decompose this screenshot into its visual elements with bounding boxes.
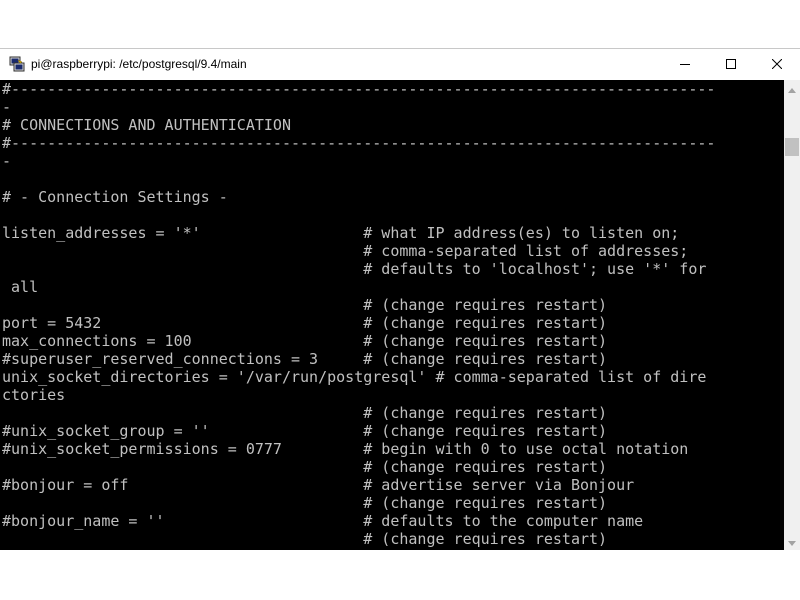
terminal-line: #bonjour = off # advertise server via Bo… — [2, 476, 635, 494]
terminal-line: - — [2, 98, 12, 116]
maximize-button[interactable] — [708, 49, 754, 79]
scroll-thumb[interactable] — [785, 138, 799, 156]
terminal-line: #unix_socket_permissions = 0777 # begin … — [2, 440, 689, 458]
scroll-down-arrow-icon — [788, 533, 796, 551]
terminal-line: #unix_socket_group = '' # (change requir… — [2, 422, 608, 440]
title-bar[interactable]: pi@raspberrypi: /etc/postgresql/9.4/main — [0, 49, 800, 79]
terminal-line: # CONNECTIONS AND AUTHENTICATION — [2, 116, 291, 134]
terminal-line: # - Connection Settings - — [2, 188, 228, 206]
terminal-line: # (change requires restart) — [2, 530, 608, 548]
terminal-line: # comma-separated list of addresses; — [2, 242, 689, 260]
terminal-line: # (change requires restart) — [2, 404, 608, 422]
terminal-line: ctories — [2, 386, 66, 404]
terminal-line: #---------------------------------------… — [2, 134, 716, 152]
terminal-line: # defaults to 'localhost'; use '*' for — [2, 260, 707, 278]
terminal-line: # (change requires restart) — [2, 296, 608, 314]
terminal-line: # (change requires restart) — [2, 458, 608, 476]
terminal-screen[interactable]: #---------------------------------------… — [0, 80, 784, 550]
close-icon — [772, 59, 782, 69]
terminal-line: port = 5432 # (change requires restart) — [2, 314, 608, 332]
terminal-line: listen_addresses = '*' # what IP address… — [2, 224, 680, 242]
terminal-line: #---------------------------------------… — [2, 80, 716, 98]
terminal-line: all — [2, 278, 39, 296]
scroll-up-arrow-icon — [788, 80, 796, 98]
minimize-icon — [680, 59, 690, 69]
minimize-button[interactable] — [662, 49, 708, 79]
terminal-line: - — [2, 152, 12, 170]
close-button[interactable] — [754, 49, 800, 79]
terminal-line: max_connections = 100 # (change requires… — [2, 332, 608, 350]
putty-icon[interactable] — [9, 56, 25, 72]
terminal-window: pi@raspberrypi: /etc/postgresql/9.4/main… — [0, 48, 800, 550]
terminal-line: #bonjour_name = '' # defaults to the com… — [2, 512, 644, 530]
window-title: pi@raspberrypi: /etc/postgresql/9.4/main — [31, 57, 247, 71]
terminal-line: unix_socket_directories = '/var/run/post… — [2, 368, 707, 386]
scroll-down-button[interactable] — [784, 533, 800, 550]
maximize-icon — [726, 59, 736, 69]
terminal-line: # (change requires restart) — [2, 494, 608, 512]
terminal-text: #---------------------------------------… — [2, 80, 715, 548]
vertical-scrollbar[interactable] — [784, 80, 800, 550]
terminal-line: #superuser_reserved_connections = 3 # (c… — [2, 350, 608, 368]
scroll-up-button[interactable] — [784, 80, 800, 97]
